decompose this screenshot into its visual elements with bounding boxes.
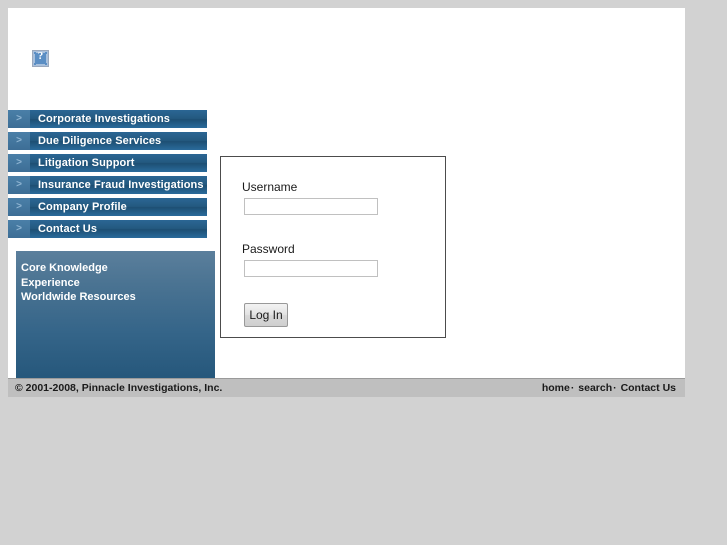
login-form: Username Password Log In (220, 156, 446, 338)
footer-separator: · (613, 382, 617, 394)
sidebar-item-label: Corporate Investigations (38, 113, 170, 125)
log-in-button[interactable]: Log In (244, 303, 288, 327)
sidebar-link-experience[interactable]: Experience (16, 276, 215, 291)
sidebar-item-label: Company Profile (38, 201, 127, 213)
footer-link-home[interactable]: home (542, 382, 570, 394)
sidebar-item-label: Litigation Support (38, 157, 135, 169)
broken-image-corner (34, 63, 36, 65)
footer-links: home· search· Contact Us (542, 382, 676, 394)
sidebar-item-contact-us[interactable]: > Contact Us (8, 220, 207, 238)
chevron-right-icon: > (8, 132, 30, 150)
site-logo[interactable]: ? (32, 50, 52, 70)
chevron-right-icon: > (8, 176, 30, 194)
username-label: Username (242, 180, 298, 194)
sidebar-item-label: Contact Us (38, 223, 98, 235)
sidebar-item-litigation-support[interactable]: > Litigation Support (8, 154, 207, 172)
chevron-right-icon: > (8, 154, 30, 172)
footer-separator: · (570, 382, 575, 394)
page-content: ? > Corporate Investigations > Due Dilig… (8, 8, 685, 397)
chevron-right-icon: > (8, 110, 30, 128)
password-input[interactable] (244, 260, 378, 277)
chevron-right-icon: > (8, 220, 30, 238)
footer-link-contact-us[interactable]: Contact Us (621, 382, 676, 394)
sidebar-secondary-panel: Core Knowledge Experience Worldwide Reso… (16, 251, 215, 386)
chevron-right-icon: > (8, 198, 30, 216)
password-label: Password (242, 242, 295, 256)
sidebar-item-corporate-investigations[interactable]: > Corporate Investigations (8, 110, 207, 128)
copyright-text: © 2001-2008, Pinnacle Investigations, In… (15, 382, 223, 394)
broken-image-question-mark: ? (37, 50, 44, 62)
broken-image-corner (45, 63, 47, 65)
sidebar-link-core-knowledge[interactable]: Core Knowledge (16, 261, 215, 276)
sidebar-item-insurance-fraud-investigations[interactable]: > Insurance Fraud Investigations (8, 176, 207, 194)
sidebar-item-label: Due Diligence Services (38, 135, 162, 147)
footer-link-search[interactable]: search (578, 382, 612, 394)
sidebar-link-worldwide-resources[interactable]: Worldwide Resources (16, 290, 215, 305)
sidebar-item-company-profile[interactable]: > Company Profile (8, 198, 207, 216)
username-input[interactable] (244, 198, 378, 215)
footer: © 2001-2008, Pinnacle Investigations, In… (8, 378, 685, 397)
sidebar-item-due-diligence-services[interactable]: > Due Diligence Services (8, 132, 207, 150)
sidebar-item-label: Insurance Fraud Investigations (38, 179, 204, 191)
sidebar-nav: > Corporate Investigations > Due Diligen… (8, 110, 207, 242)
broken-image-icon: ? (32, 50, 49, 67)
